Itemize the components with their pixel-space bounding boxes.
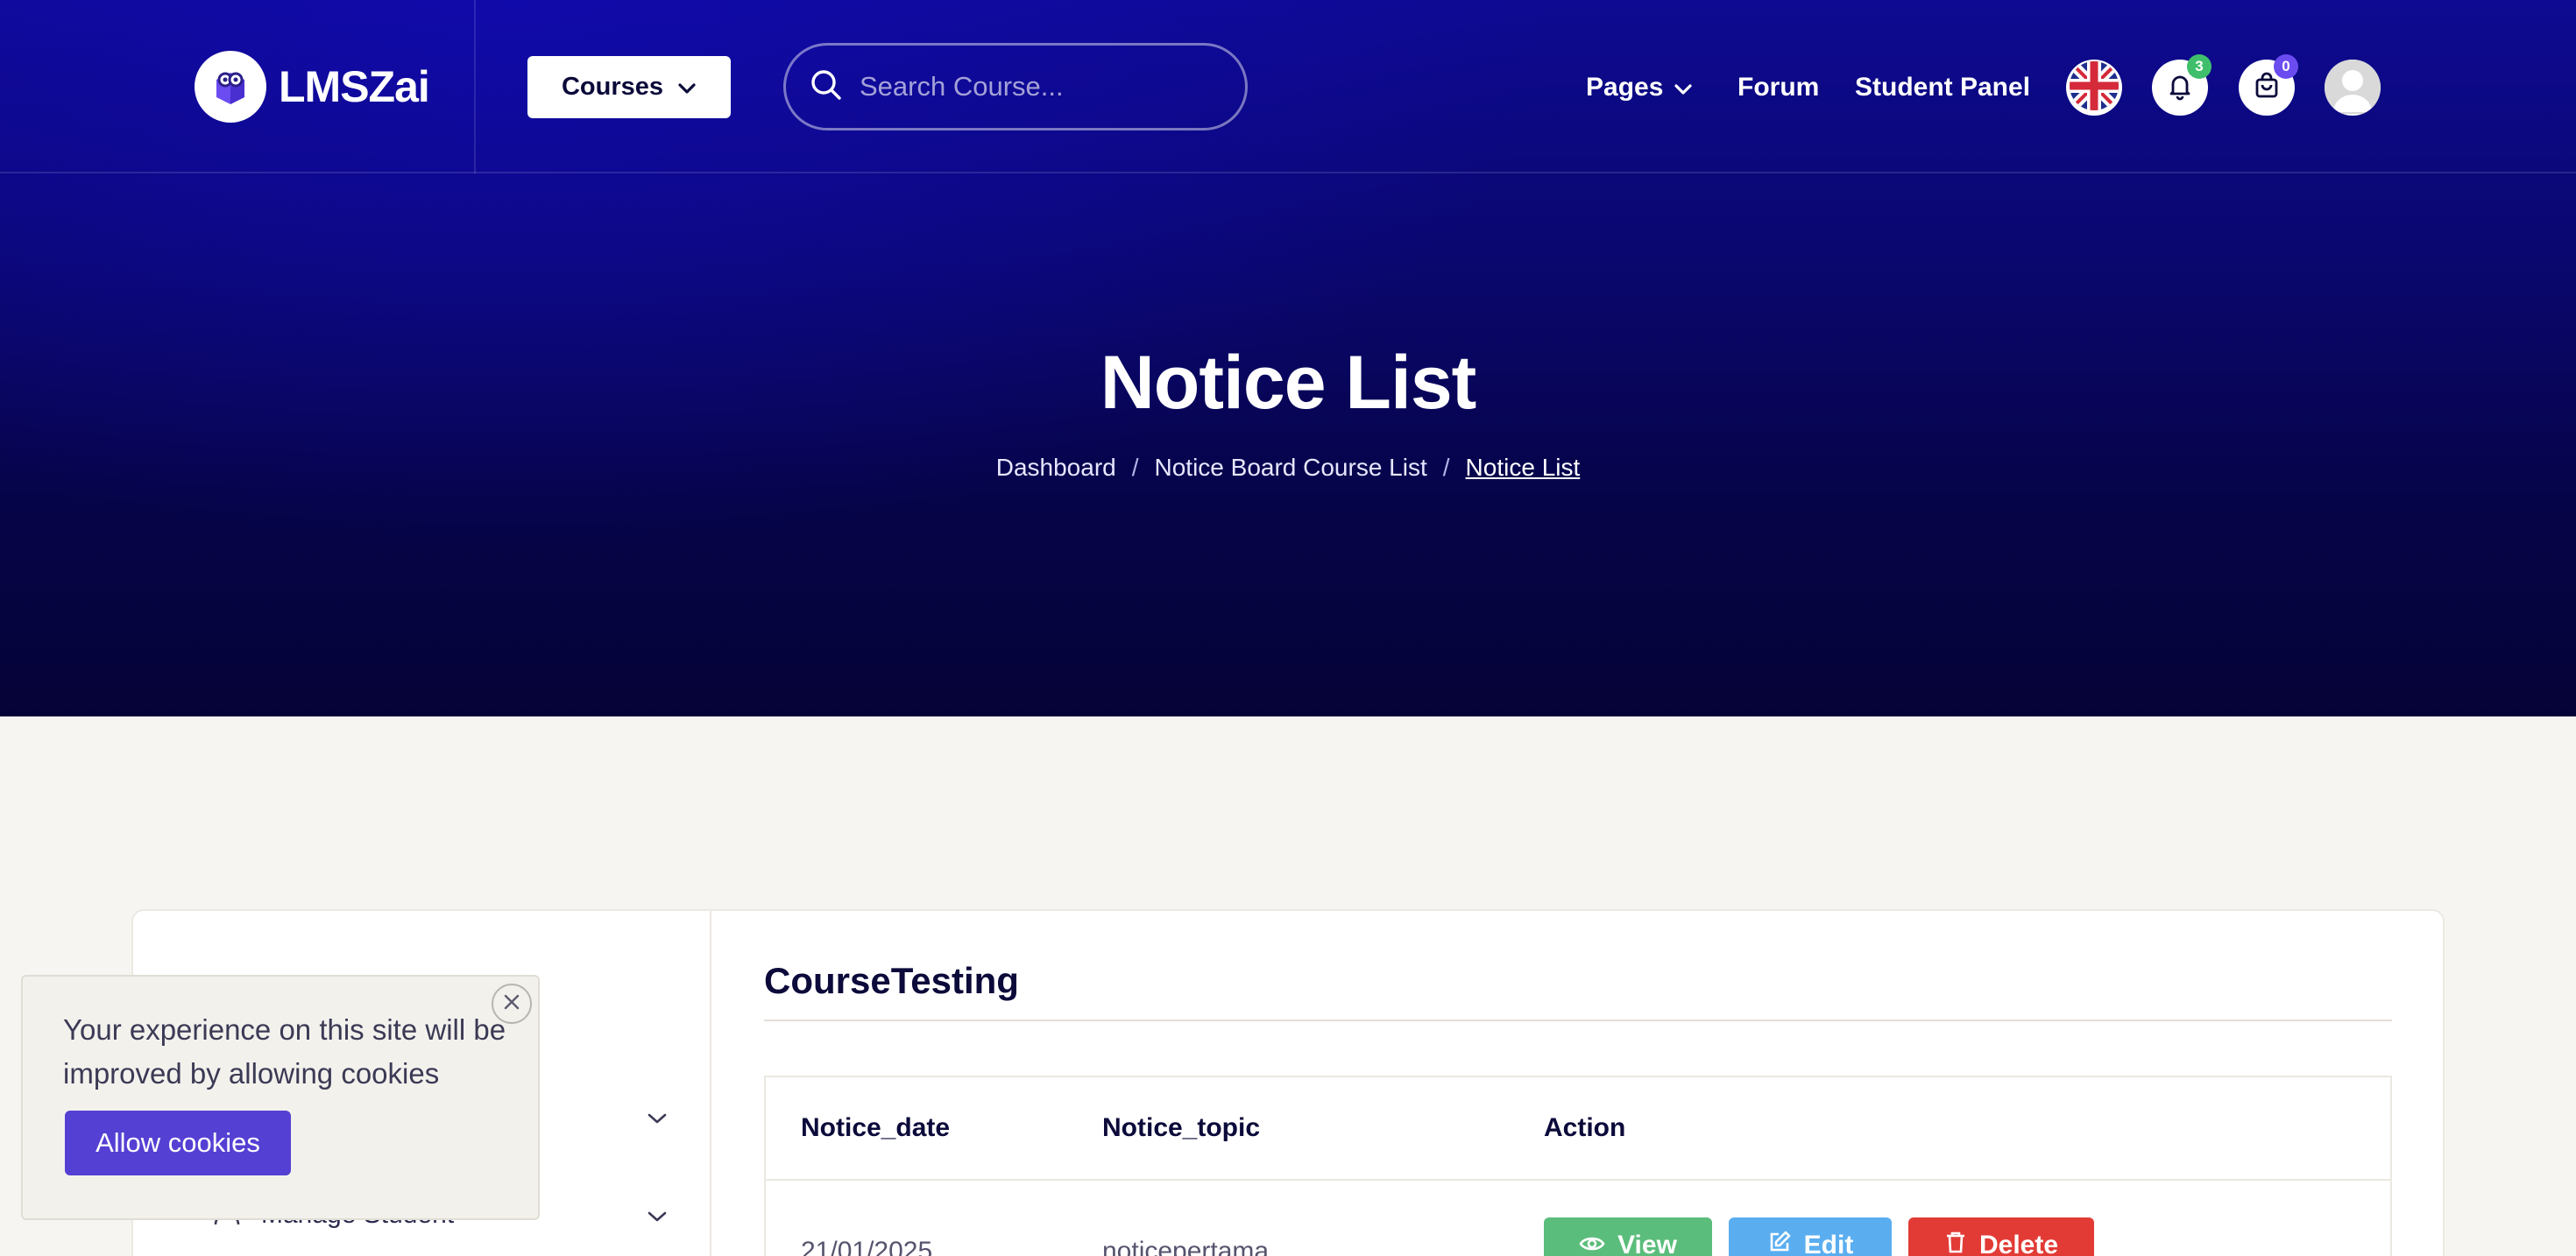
column-header-action: Action [1544,1113,1626,1142]
courses-dropdown-button[interactable]: Courses [527,56,731,118]
column-header-notice-topic: Notice_topic [1102,1113,1261,1142]
chevron-down-icon [647,1102,668,1132]
search-input[interactable] [860,71,1210,102]
edit-button-label: Edit [1803,1231,1854,1256]
divider [764,1020,2392,1021]
breadcrumb: Dashboard / Notice Board Course List / N… [0,454,2576,482]
table-header-row: Notice_date Notice_topic Action [766,1077,2390,1181]
uk-flag-icon [2068,60,2120,116]
shopping-bag-icon [2252,71,2282,104]
edit-icon [1767,1230,1792,1256]
chevron-down-icon [1674,73,1693,102]
cart-button[interactable]: 0 [2239,54,2298,116]
notice-date-cell: 21/01/2025 [801,1237,933,1256]
cookie-message: Your experience on this site will be imp… [63,1013,506,1090]
notifications-count-badge: 3 [2187,54,2212,79]
notifications-button[interactable]: 3 [2152,54,2212,116]
course-title: CourseTesting [764,960,1019,1001]
user-avatar[interactable] [2325,60,2381,116]
nav-student-panel-link[interactable]: Student Panel [1855,67,2030,109]
trash-icon [1944,1230,1967,1256]
cookie-banner: Your experience on this site will be imp… [21,975,540,1220]
chevron-down-icon [647,1200,668,1230]
view-button-label: View [1617,1231,1677,1256]
delete-button-label: Delete [1978,1231,2059,1256]
brand-name: LMSZai [279,62,430,111]
notice-table: Notice_date Notice_topic Action 21/01/20… [764,1076,2392,1256]
breadcrumb-dashboard[interactable]: Dashboard [996,454,1116,482]
cart-count-badge: 0 [2274,54,2298,79]
brand-logo[interactable]: LMSZai [195,49,430,124]
breadcrumb-notice-board-course-list[interactable]: Notice Board Course List [1155,454,1427,482]
view-button[interactable]: View [1544,1217,1712,1256]
allow-cookies-button[interactable]: Allow cookies [65,1111,291,1175]
nav-pages-dropdown[interactable]: Pages [1586,67,1693,109]
avatar-icon [2325,60,2381,116]
language-selector[interactable] [2066,60,2122,116]
page-title: Notice List [1100,341,1477,425]
search-icon[interactable] [809,67,844,106]
logo-icon [195,51,266,123]
chevron-down-icon [677,73,697,102]
courses-label: Courses [561,73,664,101]
breadcrumb-separator: / [1131,454,1139,481]
breadcrumb-current[interactable]: Notice List [1466,454,1581,482]
breadcrumb-separator: / [1442,454,1450,481]
table-row: 21/01/2025 noticepertama View Edit Delet… [766,1181,2390,1256]
search-bar [783,43,1248,131]
edit-button[interactable]: Edit [1729,1217,1892,1256]
notice-topic-cell: noticepertama [1102,1237,1270,1256]
nav-divider [474,0,476,173]
nav-pages-label: Pages [1586,73,1664,102]
top-navbar: LMSZai Courses Pages Forum Student Panel [0,0,2576,173]
nav-forum-link[interactable]: Forum [1737,67,1819,109]
eye-icon [1579,1231,1605,1256]
bell-icon [2165,71,2195,104]
hero-banner: LMSZai Courses Pages Forum Student Panel [0,0,2576,716]
delete-button[interactable]: Delete [1908,1217,2094,1256]
column-header-notice-date: Notice_date [801,1113,951,1142]
